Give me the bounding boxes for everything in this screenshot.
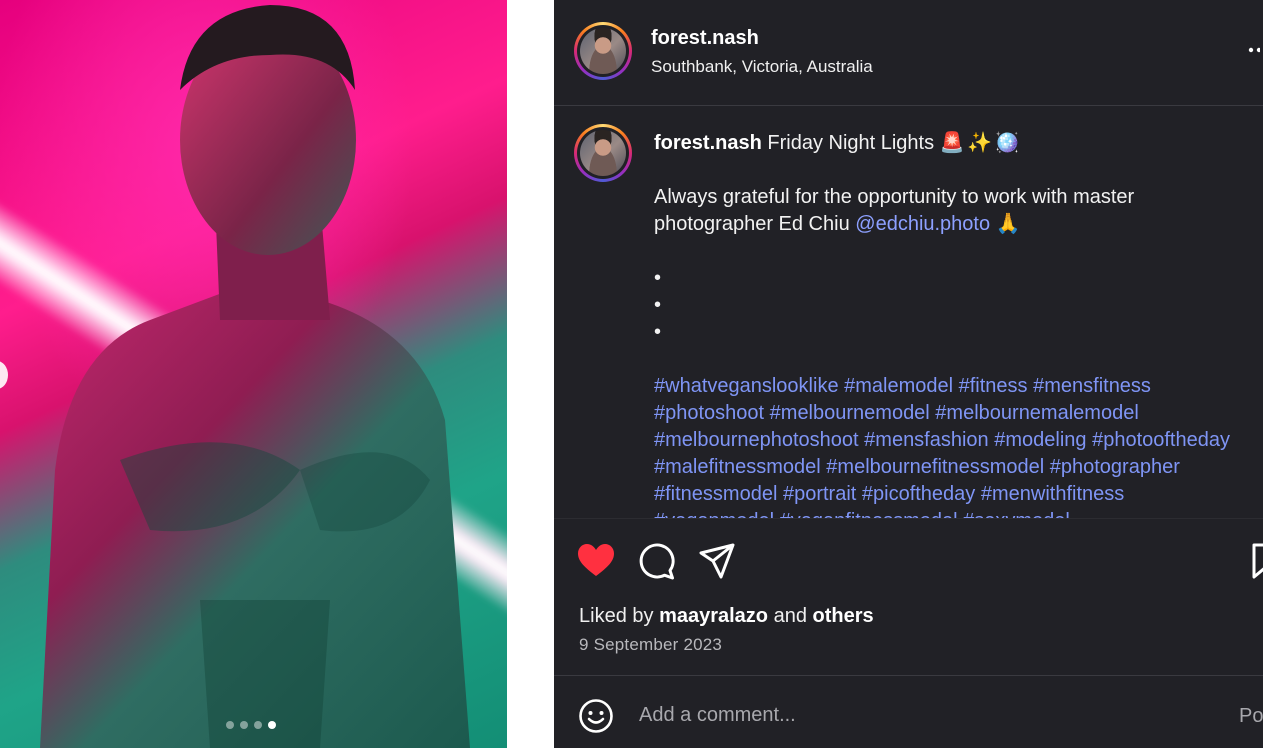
carousel-dot[interactable] [254,721,262,729]
liked-user[interactable]: maayralazo [659,605,768,627]
caption-dot: • [654,267,662,289]
post-username[interactable]: forest.nash [651,27,759,50]
caption-dot: • [654,294,662,316]
liked-by-text[interactable]: Liked by maayralazo and others [579,605,874,628]
caption-dot: • [654,321,662,343]
carousel-dot[interactable] [240,721,248,729]
more-icon[interactable] [1248,40,1262,63]
emoji-icon[interactable] [578,698,614,734]
post-caption: forest.nash Friday Night Lights 🚨 ✨ 🪩 Al… [554,106,1263,518]
hashtags[interactable]: #whatveganslooklike #malemodel #fitness … [654,373,1244,518]
liked-and: and [773,605,807,627]
mention-link[interactable]: @edchiu.photo [855,213,990,235]
heart-icon[interactable] [576,541,616,581]
post-header: forest.nash Southbank, Victoria, Austral… [554,0,1263,106]
post-photo[interactable] [0,0,507,748]
post-comment-button[interactable]: Post [1239,705,1263,728]
carousel-dot[interactable] [226,721,234,729]
post-location[interactable]: Southbank, Victoria, Australia [651,57,873,77]
share-icon[interactable] [697,541,737,581]
post-details-panel: forest.nash Southbank, Victoria, Austral… [554,0,1263,748]
mirror-ball-emoji: 🪩 [994,132,1020,154]
post-date[interactable]: 9 September 2023 [579,635,722,655]
caption-title: Friday Night Lights [767,132,935,154]
caption-username[interactable]: forest.nash [654,132,762,154]
sparkles-emoji: ✨ [967,132,993,154]
comment-input[interactable] [639,700,1199,730]
pray-emoji: 🙏 [995,213,1021,235]
liked-prefix: Liked by [579,605,654,627]
carousel-dot[interactable] [268,721,276,729]
liked-others[interactable]: others [813,605,874,627]
comment-icon[interactable] [637,541,677,581]
caption-avatar[interactable] [574,124,632,182]
avatar[interactable] [574,22,632,80]
model-figure [40,5,470,748]
bookmark-icon[interactable] [1248,541,1263,581]
page-gap [507,0,554,748]
comment-bar: Post [554,675,1263,748]
post-actions: Liked by maayralazo and others 9 Septemb… [554,518,1263,675]
siren-emoji: 🚨 [939,132,965,154]
carousel-dots [226,721,276,729]
